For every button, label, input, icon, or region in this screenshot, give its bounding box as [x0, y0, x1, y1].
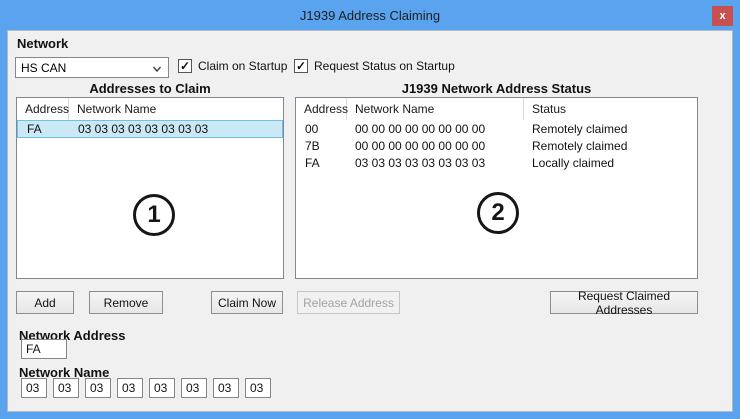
status-row-address: 00 [296, 122, 347, 136]
status-row-status: Remotely claimed [524, 122, 697, 136]
annotation-circle-1: 1 [133, 194, 175, 236]
chevron-down-icon [152, 63, 162, 73]
status-row-address: FA [296, 156, 347, 170]
column-header-address[interactable]: Address [296, 98, 347, 120]
status-list-row[interactable]: FA 03 03 03 03 03 03 03 03 Locally claim… [296, 154, 697, 171]
add-button[interactable]: Add [16, 291, 74, 314]
claim-list-header: Address Network Name [17, 98, 283, 120]
request-status-on-startup-checkbox[interactable]: ✓ Request Status on Startup [294, 58, 455, 74]
status-row-network-name: 00 00 00 00 00 00 00 00 [347, 122, 524, 136]
network-address-input[interactable] [21, 339, 67, 359]
status-list-row[interactable]: 00 00 00 00 00 00 00 00 00 Remotely clai… [296, 120, 697, 137]
remove-button[interactable]: Remove [89, 291, 163, 314]
network-name-byte-input[interactable] [53, 378, 79, 398]
claim-on-startup-checkbox[interactable]: ✓ Claim on Startup [178, 58, 287, 74]
column-header-status[interactable]: Status [524, 98, 697, 120]
network-name-byte-input[interactable] [181, 378, 207, 398]
status-list-title: J1939 Network Address Status [295, 81, 698, 96]
column-header-network-name[interactable]: Network Name [69, 98, 283, 120]
dialog-window: J1939 Address Claiming x Network HS CAN … [0, 0, 740, 419]
request-status-on-startup-label: Request Status on Startup [314, 59, 455, 73]
network-name-byte-input[interactable] [85, 378, 111, 398]
claim-row-network-name: 03 03 03 03 03 03 03 03 [70, 122, 282, 136]
claim-list[interactable]: Address Network Name FA 03 03 03 03 03 0… [16, 97, 284, 279]
titlebar[interactable]: J1939 Address Claiming [0, 0, 740, 30]
claim-now-button[interactable]: Claim Now [211, 291, 283, 314]
checkbox-check-icon: ✓ [294, 59, 308, 73]
column-header-address[interactable]: Address [17, 98, 69, 120]
status-list-row[interactable]: 7B 00 00 00 00 00 00 00 00 Remotely clai… [296, 137, 697, 154]
network-name-byte-input[interactable] [117, 378, 143, 398]
status-row-network-name: 00 00 00 00 00 00 00 00 [347, 139, 524, 153]
claim-list-title: Addresses to Claim [16, 81, 284, 96]
claim-list-row[interactable]: FA 03 03 03 03 03 03 03 03 [17, 120, 283, 138]
network-name-byte-inputs [21, 378, 271, 398]
release-address-button[interactable]: Release Address [297, 291, 400, 314]
claim-on-startup-label: Claim on Startup [198, 59, 287, 73]
annotation-number: 1 [147, 201, 160, 229]
network-label: Network [17, 36, 68, 51]
checkbox-check-icon: ✓ [178, 59, 192, 73]
annotation-circle-2: 2 [477, 192, 519, 234]
network-name-byte-input[interactable] [213, 378, 239, 398]
status-list[interactable]: Address Network Name Status 00 00 00 00 … [295, 97, 698, 279]
status-row-status: Remotely claimed [524, 139, 697, 153]
request-claimed-addresses-button[interactable]: Request Claimed Addresses [550, 291, 698, 314]
close-button[interactable]: x [712, 6, 733, 26]
dialog-content: Network HS CAN ✓ Claim on Startup ✓ Requ… [7, 30, 733, 412]
claim-row-address: FA [18, 122, 70, 136]
close-icon: x [719, 10, 725, 22]
network-name-byte-input[interactable] [149, 378, 175, 398]
status-row-network-name: 03 03 03 03 03 03 03 03 [347, 156, 524, 170]
network-dropdown[interactable]: HS CAN [15, 57, 169, 78]
network-dropdown-value: HS CAN [21, 61, 66, 75]
status-list-header: Address Network Name Status [296, 98, 697, 120]
status-row-status: Locally claimed [524, 156, 697, 170]
status-row-address: 7B [296, 139, 347, 153]
annotation-number: 2 [491, 199, 504, 227]
network-name-byte-input[interactable] [21, 378, 47, 398]
column-header-network-name[interactable]: Network Name [347, 98, 524, 120]
network-name-byte-input[interactable] [245, 378, 271, 398]
window-title: J1939 Address Claiming [300, 8, 440, 23]
